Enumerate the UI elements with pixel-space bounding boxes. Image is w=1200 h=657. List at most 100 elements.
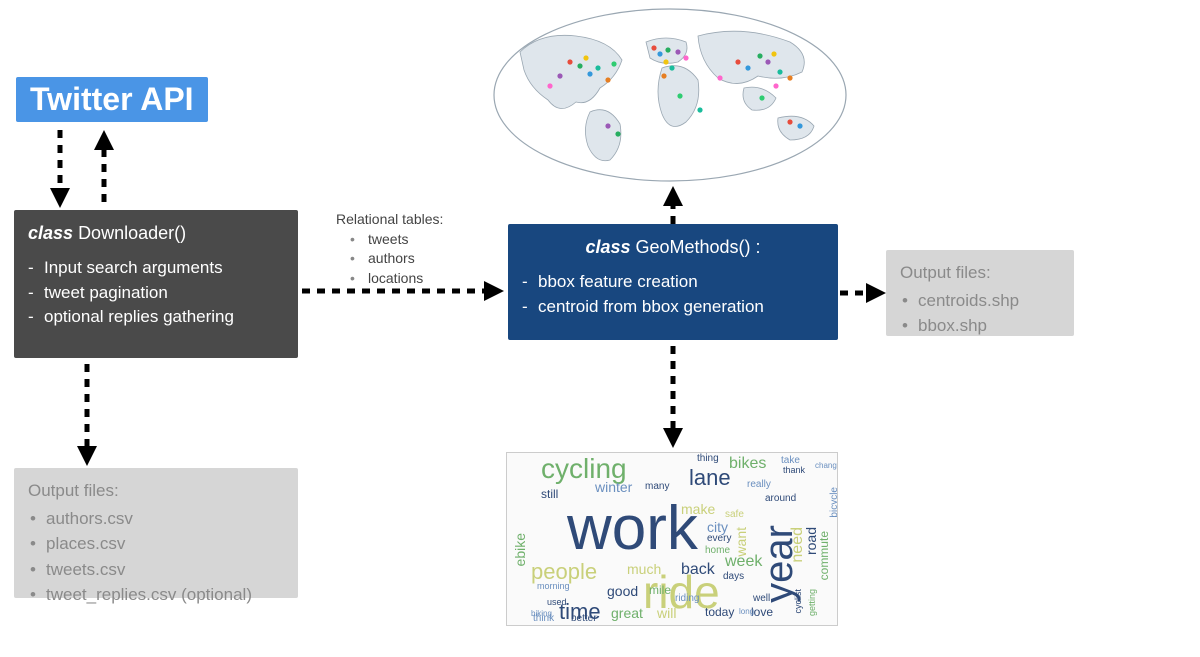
output-right-title: Output files: [900, 260, 1060, 286]
output-right-item: bbox.shp [900, 313, 1060, 339]
map-point [675, 49, 680, 54]
wordcloud-word: around [765, 493, 796, 504]
map-point [787, 119, 792, 124]
map-point [797, 123, 802, 128]
map-point [615, 131, 620, 136]
wordcloud-word: every [707, 533, 731, 544]
map-point [677, 93, 682, 98]
wordcloud-word: better [571, 613, 597, 624]
wordcloud-word: will [657, 605, 676, 621]
wordcloud-word: safe [725, 509, 744, 520]
wordcloud-word: commute [817, 531, 831, 580]
map-point [757, 53, 762, 58]
wordcloud-word: back [681, 561, 715, 579]
output-left-item: tweet_replies.csv (optional) [28, 582, 284, 608]
wordcloud-word: long [739, 607, 754, 616]
map-point [773, 83, 778, 88]
downloader-box: class Downloader() Input search argument… [14, 210, 298, 358]
downloader-item: Input search arguments [28, 256, 284, 281]
downloader-item: tweet pagination [28, 281, 284, 306]
geomethods-list: bbox feature creation centroid from bbox… [522, 270, 824, 319]
class-keyword: class [28, 223, 73, 243]
map-point [661, 73, 666, 78]
output-left-item: tweets.csv [28, 557, 284, 583]
wordcloud-word: well [753, 593, 770, 604]
wordcloud-word: bicycle [829, 487, 838, 518]
map-point [771, 51, 776, 56]
map-point [745, 65, 750, 70]
class-keyword: class [585, 237, 630, 257]
map-point [557, 73, 562, 78]
map-point [605, 77, 610, 82]
arrow-geomethods-wordcloud [658, 342, 688, 452]
downloader-list: Input search arguments tweet pagination … [28, 256, 284, 330]
map-point [663, 59, 668, 64]
wordcloud-word: cyclist [793, 589, 803, 614]
map-point [577, 63, 582, 68]
map-point [567, 59, 572, 64]
wordcloud-word: love [751, 605, 773, 619]
map-point [717, 75, 722, 80]
geomethods-title: class GeoMethods() : [522, 234, 824, 260]
wordcloud-word: thank [783, 465, 805, 475]
wordcloud-word: make [681, 501, 715, 517]
world-map [490, 6, 850, 184]
output-left-title: Output files: [28, 478, 284, 504]
map-point [611, 61, 616, 66]
twitter-api-label: Twitter API [30, 81, 194, 117]
map-point [547, 83, 552, 88]
map-point [657, 51, 662, 56]
wordcloud-word: work [567, 493, 698, 564]
wordcloud-word: used [547, 597, 567, 607]
output-right-item: centroids.shp [900, 288, 1060, 314]
output-left-item: places.csv [28, 531, 284, 557]
output-right-list: centroids.shp bbox.shp [900, 288, 1060, 339]
wordcloud-word: morning [537, 581, 570, 591]
output-left-item: authors.csv [28, 506, 284, 532]
map-point [605, 123, 610, 128]
map-point [595, 65, 600, 70]
map-point [777, 69, 782, 74]
wordcloud-word: still [541, 487, 558, 501]
map-point [665, 47, 670, 52]
arrow-geomethods-outputright [838, 278, 888, 308]
wordcloud-word: getting [807, 589, 817, 616]
map-point [587, 71, 592, 76]
map-point [735, 59, 740, 64]
wordcloud-word: great [611, 605, 643, 621]
wordcloud-word: change [815, 461, 838, 470]
wordcloud-word: winter [595, 479, 632, 495]
wordcloud-word: biking [531, 609, 552, 618]
downloader-classname: Downloader() [78, 223, 186, 243]
geomethods-classname: GeoMethods() : [636, 237, 761, 257]
wordcloud-word: home [705, 545, 730, 556]
rel-tables-title: Relational tables: [336, 210, 443, 230]
wordcloud-word: riding [675, 593, 699, 604]
wordcloud-word: mile [649, 583, 671, 597]
wordcloud-word: days [723, 571, 744, 582]
geomethods-item: bbox feature creation [522, 270, 824, 295]
twitter-api-box: Twitter API [16, 77, 208, 122]
map-point [765, 59, 770, 64]
wordcloud-word: today [705, 605, 734, 619]
map-point [759, 95, 764, 100]
map-point [683, 55, 688, 60]
output-right-box: Output files: centroids.shp bbox.shp [886, 250, 1074, 336]
wordcloud-graphic: workrideyearcyclingpeopletimelanebikesmu… [506, 452, 838, 626]
arrow-downloader-geomethods [298, 276, 508, 306]
arrow-api-downloader [40, 124, 160, 212]
map-point [583, 55, 588, 60]
wordcloud-word: much [627, 561, 661, 577]
wordcloud-word: thing [697, 453, 719, 464]
wordcloud-word: bikes [729, 455, 766, 473]
wordcloud-word: ebike [512, 533, 528, 566]
arrow-downloader-output [72, 360, 102, 470]
downloader-title: class Downloader() [28, 220, 284, 246]
wordcloud-word: many [645, 481, 669, 492]
geomethods-item: centroid from bbox generation [522, 295, 824, 320]
downloader-item: optional replies gathering [28, 305, 284, 330]
wordcloud-word: really [747, 479, 771, 490]
geomethods-box: class GeoMethods() : bbox feature creati… [508, 224, 838, 340]
rel-tables-item: authors [350, 249, 443, 269]
output-left-list: authors.csv places.csv tweets.csv tweet_… [28, 506, 284, 608]
